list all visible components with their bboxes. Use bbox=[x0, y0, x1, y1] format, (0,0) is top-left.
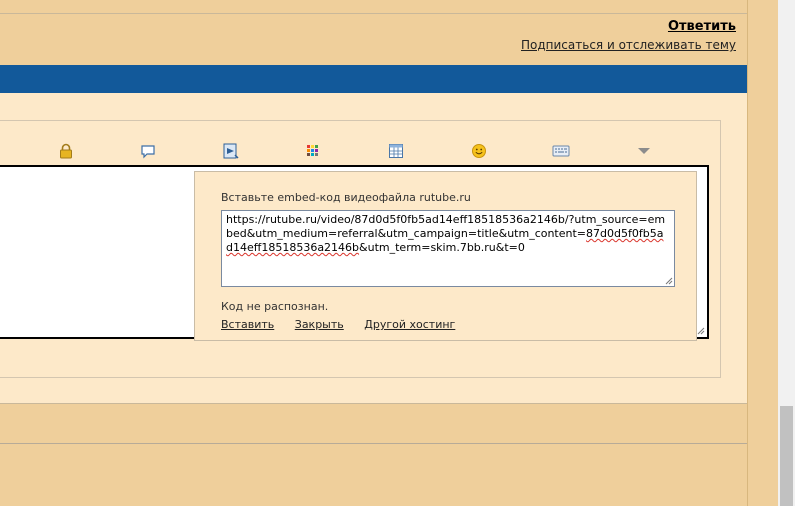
divider bbox=[0, 403, 748, 404]
resize-grip-icon[interactable] bbox=[665, 277, 673, 285]
status-message: Код не распознан. bbox=[221, 300, 329, 313]
keyboard-icon[interactable] bbox=[552, 142, 570, 160]
insert-link[interactable]: Вставить bbox=[221, 318, 274, 331]
form-header-bar bbox=[0, 65, 748, 93]
embed-code-input[interactable]: https://rutube.ru/video/87d0d5f0fb5ad14e… bbox=[221, 210, 675, 287]
popup-actions: Вставить Закрыть Другой хостинг bbox=[221, 318, 472, 331]
resize-grip-icon[interactable] bbox=[697, 327, 705, 335]
smiley-icon[interactable] bbox=[470, 142, 488, 160]
media-icon[interactable] bbox=[222, 142, 240, 160]
forum-page: Ответить Подписаться и отслеживать тему bbox=[0, 0, 748, 506]
divider bbox=[0, 13, 748, 14]
subscribe-link[interactable]: Подписаться и отслеживать тему bbox=[521, 38, 736, 52]
editor-toolbar bbox=[0, 142, 700, 162]
page-border bbox=[747, 0, 748, 506]
table-icon[interactable] bbox=[387, 142, 405, 160]
lock-icon[interactable] bbox=[57, 142, 75, 160]
close-link[interactable]: Закрыть bbox=[295, 318, 344, 331]
more-dropdown-icon[interactable] bbox=[635, 142, 653, 160]
embed-code-text-tail: &utm_term=skim.7bb.ru&t=0 bbox=[359, 241, 525, 254]
scrollbar-thumb[interactable] bbox=[780, 406, 793, 506]
divider bbox=[0, 443, 748, 444]
speech-bubble-icon[interactable] bbox=[139, 142, 157, 160]
popup-title: Вставьте embed-код видеофайла rutube.ru bbox=[221, 191, 471, 204]
reply-link[interactable]: Ответить bbox=[668, 19, 736, 34]
other-hosting-link[interactable]: Другой хостинг bbox=[364, 318, 455, 331]
rutube-embed-popup: Вставьте embed-код видеофайла rutube.ru … bbox=[194, 171, 697, 341]
color-palette-icon[interactable] bbox=[304, 142, 322, 160]
